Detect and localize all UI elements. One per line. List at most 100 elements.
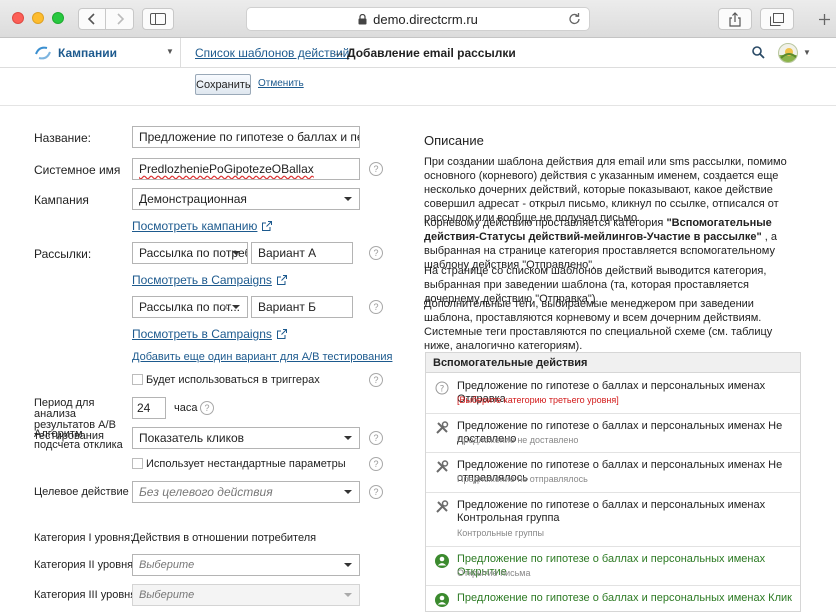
nonstandard-help-icon[interactable]: ? bbox=[369, 457, 383, 471]
forward-button[interactable] bbox=[106, 8, 134, 30]
action-title: Предложение по гипотезе о баллах и персо… bbox=[457, 592, 792, 604]
chevron-down-icon bbox=[344, 490, 352, 494]
panel-header: Вспомогательные действия bbox=[426, 353, 800, 373]
auxiliary-actions-panel: Вспомогательные действия ? Предложение п… bbox=[425, 352, 801, 612]
mailing-a-select[interactable]: Рассылка по потребе... bbox=[132, 242, 248, 264]
used-in-triggers-label: Будет использоваться в триггерах bbox=[146, 374, 320, 386]
list-item[interactable]: Предложение по гипотезе о баллах и персо… bbox=[426, 493, 800, 547]
mailing-b-help-icon[interactable]: ? bbox=[369, 300, 383, 314]
view-in-campaigns-a-link[interactable]: Посмотреть в Campaigns bbox=[132, 273, 287, 287]
list-item[interactable]: Предложение по гипотезе о баллах и персо… bbox=[426, 453, 800, 493]
tools-icon bbox=[436, 460, 449, 473]
view-campaign-link[interactable]: Посмотреть кампанию bbox=[132, 219, 273, 233]
address-bar[interactable]: demo.directcrm.ru bbox=[246, 7, 590, 31]
list-item[interactable]: Предложение по гипотезе о баллах и персо… bbox=[426, 414, 800, 453]
browser-toolbar: demo.directcrm.ru bbox=[0, 0, 836, 38]
description-title: Описание bbox=[424, 133, 484, 148]
action-subtitle: Открытие письма bbox=[457, 568, 531, 578]
new-tab-button[interactable] bbox=[812, 8, 836, 30]
mailing-b-variant-input[interactable]: Вариант Б bbox=[251, 296, 353, 318]
cat2-select[interactable]: Выберите bbox=[132, 554, 360, 576]
used-in-triggers-checkbox[interactable] bbox=[132, 374, 143, 385]
action-subtitle: Контрольные группы bbox=[457, 528, 544, 538]
description-paragraph-4: Дополнительные теги, выбираемые менеджер… bbox=[424, 298, 773, 352]
svg-text:?: ? bbox=[440, 385, 445, 395]
action-subtitle: Предложение не доставлено bbox=[457, 435, 579, 445]
cancel-link[interactable]: Отменить bbox=[258, 78, 304, 89]
cat2-label: Категория II уровня bbox=[34, 559, 134, 571]
view-in-campaigns-b-text: Посмотреть в Campaigns bbox=[132, 327, 272, 341]
nonstandard-params-checkbox[interactable] bbox=[132, 458, 143, 469]
tools-icon bbox=[436, 500, 449, 513]
mailing-a-variant-input[interactable]: Вариант А bbox=[251, 242, 353, 264]
chevron-down-icon bbox=[232, 305, 240, 309]
chevron-down-icon bbox=[344, 197, 352, 201]
name-input-value: Предложение по гипотезе о баллах и персо… bbox=[139, 130, 359, 144]
chevron-left-icon bbox=[87, 13, 95, 25]
description-p2-start: Корневому действию проставляется категор… bbox=[424, 217, 667, 229]
question-circle-icon: ? bbox=[435, 381, 449, 395]
share-button[interactable] bbox=[718, 8, 752, 30]
name-input[interactable]: Предложение по гипотезе о баллах и персо… bbox=[132, 126, 360, 148]
breadcrumb-arrow: → bbox=[333, 45, 345, 59]
minimize-window-button[interactable] bbox=[32, 12, 44, 24]
person-icon bbox=[435, 593, 449, 607]
triggers-help-icon[interactable]: ? bbox=[369, 373, 383, 387]
target-help-icon[interactable]: ? bbox=[369, 485, 383, 499]
mailing-b-select[interactable]: Рассылка по пот... × bbox=[132, 296, 248, 318]
period-help-icon[interactable]: ? bbox=[200, 401, 214, 415]
clear-icon[interactable]: × bbox=[222, 300, 229, 314]
chevron-down-icon bbox=[344, 593, 352, 597]
action-subtitle: Предложение не отправлялось bbox=[457, 474, 588, 484]
algo-label: Алгоритм подсчета отклика bbox=[34, 428, 123, 451]
search-icon[interactable] bbox=[752, 46, 765, 59]
sysname-help-icon[interactable]: ? bbox=[369, 162, 383, 176]
list-item[interactable]: Предложение по гипотезе о баллах и персо… bbox=[426, 586, 800, 611]
period-input-value: 24 bbox=[137, 401, 151, 415]
target-action-placeholder: Без целевого действия bbox=[139, 485, 273, 499]
campaign-select[interactable]: Демонстрационная bbox=[132, 188, 360, 210]
page-title: Добавление email рассылки bbox=[347, 46, 516, 60]
external-link-icon bbox=[276, 329, 287, 339]
tab-overview-button[interactable] bbox=[760, 8, 794, 30]
user-avatar-icon bbox=[779, 48, 797, 62]
add-ab-variant-link[interactable]: Добавить еще один вариант для A/B тестир… bbox=[132, 351, 392, 363]
cat3-placeholder: Выберите bbox=[139, 589, 195, 601]
list-item[interactable]: ? Предложение по гипотезе о баллах и пер… bbox=[426, 374, 800, 414]
external-link-icon bbox=[276, 275, 287, 285]
tools-icon bbox=[436, 421, 449, 434]
user-menu-dropdown-icon[interactable]: ▼ bbox=[803, 48, 811, 57]
campaign-label: Кампания bbox=[34, 193, 89, 207]
list-item[interactable]: Предложение по гипотезе о баллах и персо… bbox=[426, 547, 800, 586]
close-window-button[interactable] bbox=[12, 12, 24, 24]
view-in-campaigns-b-link[interactable]: Посмотреть в Campaigns bbox=[132, 327, 287, 341]
description-paragraph-1: При создании шаблона действия для email … bbox=[424, 156, 787, 224]
breadcrumb-templates-link[interactable]: Список шаблонов действий bbox=[195, 46, 349, 60]
section-menu[interactable]: Кампании bbox=[58, 46, 117, 60]
avatar[interactable] bbox=[778, 43, 798, 63]
mailings-help-icon[interactable]: ? bbox=[369, 246, 383, 260]
sysname-label: Системное имя bbox=[34, 163, 121, 177]
reload-icon[interactable] bbox=[568, 12, 581, 26]
target-action-select[interactable]: Без целевого действия bbox=[132, 481, 360, 503]
sidebar-icon bbox=[150, 13, 166, 25]
name-label: Название: bbox=[34, 131, 91, 145]
section-dropdown-icon[interactable]: ▼ bbox=[166, 47, 174, 56]
period-unit: часа bbox=[174, 402, 198, 414]
save-button[interactable]: Сохранить bbox=[195, 74, 251, 95]
algo-select[interactable]: Показатель кликов bbox=[132, 427, 360, 449]
algo-help-icon[interactable]: ? bbox=[369, 431, 383, 445]
crm-logo-icon bbox=[35, 46, 51, 60]
nonstandard-params-label: Использует нестандартные параметры bbox=[146, 458, 346, 470]
sidebar-toggle-button[interactable] bbox=[142, 8, 174, 30]
zoom-window-button[interactable] bbox=[52, 12, 64, 24]
view-in-campaigns-a-text: Посмотреть в Campaigns bbox=[132, 273, 272, 287]
period-input[interactable]: 24 bbox=[132, 397, 166, 419]
sysname-input-value: PredlozheniePoGipotezeOBallax bbox=[139, 162, 314, 176]
url-text: demo.directcrm.ru bbox=[373, 11, 478, 27]
back-button[interactable] bbox=[78, 8, 106, 30]
cat3-select[interactable]: Выберите bbox=[132, 584, 360, 606]
sysname-input[interactable]: PredlozheniePoGipotezeOBallax bbox=[132, 158, 360, 180]
mailings-label: Рассылки: bbox=[34, 247, 92, 261]
cat3-label: Категория III уровня bbox=[34, 589, 137, 601]
